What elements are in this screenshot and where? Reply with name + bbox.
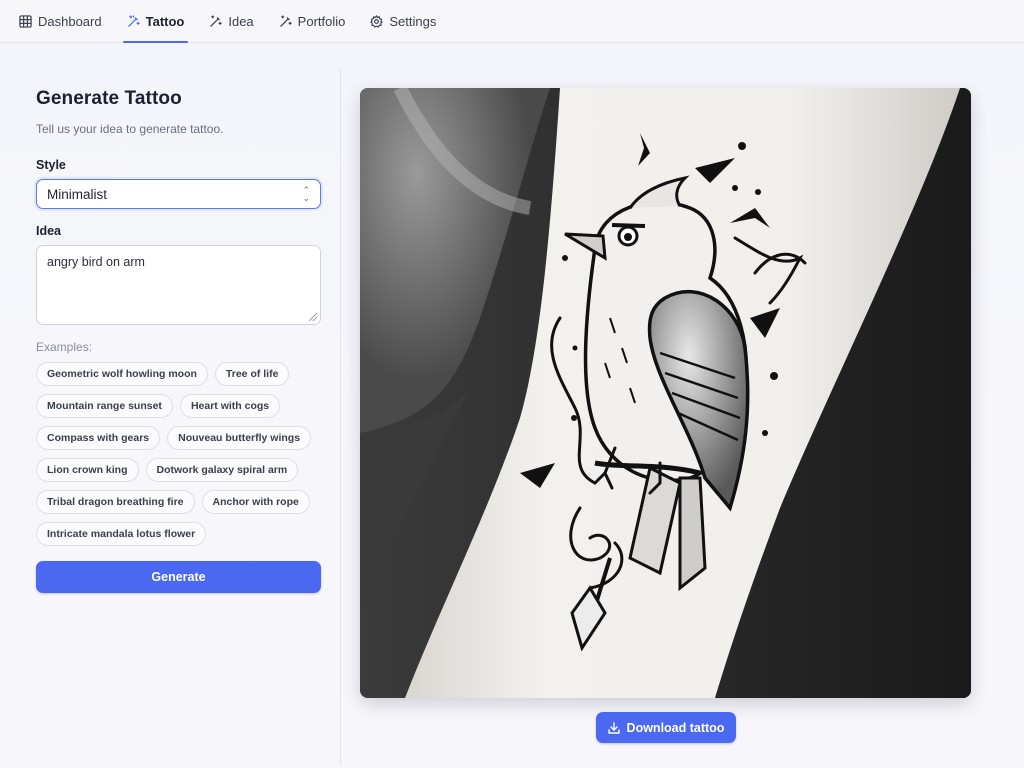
grid-icon xyxy=(19,14,32,28)
tab-idea[interactable]: Idea xyxy=(209,0,254,43)
example-chip[interactable]: Compass with gears xyxy=(36,426,161,450)
top-nav: Dashboard Tattoo Idea Portfolio Settings xyxy=(0,0,1024,43)
style-select-value: Minimalist xyxy=(47,186,108,202)
example-chip[interactable]: Geometric wolf howling moon xyxy=(36,362,208,386)
gear-icon xyxy=(370,14,384,28)
page-subtitle: Tell us your idea to generate tattoo. xyxy=(36,122,224,136)
download-button-label: Download tattoo xyxy=(626,720,725,735)
example-chip[interactable]: Dotwork galaxy spiral arm xyxy=(145,458,299,482)
examples-label: Examples: xyxy=(36,340,93,354)
example-chip[interactable]: Intricate mandala lotus flower xyxy=(36,522,207,546)
chevron-up-down-icon: ⌃ ⌄ xyxy=(302,185,310,203)
example-chip[interactable]: Anchor with rope xyxy=(201,490,310,514)
tab-idea-label: Idea xyxy=(228,13,254,29)
example-chip[interactable]: Tree of life xyxy=(214,362,290,386)
example-chip[interactable]: Heart with cogs xyxy=(179,394,281,418)
idea-label: Idea xyxy=(36,224,62,238)
magic-wand-icon xyxy=(210,14,223,27)
tab-tattoo[interactable]: Tattoo xyxy=(122,0,189,43)
download-icon xyxy=(607,721,620,734)
tab-settings-label: Settings xyxy=(389,13,437,29)
tattoo-image xyxy=(360,88,971,698)
tab-dashboard-label: Dashboard xyxy=(38,13,102,29)
example-chip[interactable]: Tribal dragon breathing fire xyxy=(36,490,195,514)
download-button[interactable]: Download tattoo xyxy=(596,712,736,743)
tab-settings[interactable]: Settings xyxy=(370,0,436,43)
generate-button[interactable]: Generate xyxy=(36,561,321,593)
tab-portfolio[interactable]: Portfolio xyxy=(279,0,346,43)
resize-handle-icon[interactable] xyxy=(309,313,317,321)
idea-textarea-value: angry bird on arm xyxy=(47,255,145,269)
magic-wand-icon xyxy=(127,14,140,27)
example-chip[interactable]: Nouveau butterfly wings xyxy=(167,426,312,450)
tab-portfolio-label: Portfolio xyxy=(297,13,346,29)
style-label: Style xyxy=(36,158,66,172)
panel-divider xyxy=(340,68,341,764)
tattoo-illustration xyxy=(360,88,971,698)
magic-wand-icon xyxy=(279,14,292,27)
generate-form: Generate Tattoo Tell us your idea to gen… xyxy=(36,88,321,593)
idea-textarea[interactable]: angry bird on arm xyxy=(36,245,321,325)
style-select[interactable]: Minimalist ⌃ ⌄ xyxy=(36,179,321,209)
examples-list: Geometric wolf howling moon Tree of life… xyxy=(36,362,326,546)
tab-tattoo-label: Tattoo xyxy=(145,13,185,29)
tab-dashboard[interactable]: Dashboard xyxy=(19,0,102,43)
page-title: Generate Tattoo xyxy=(36,88,182,109)
example-chip[interactable]: Mountain range sunset xyxy=(36,394,173,418)
example-chip[interactable]: Lion crown king xyxy=(36,458,139,482)
